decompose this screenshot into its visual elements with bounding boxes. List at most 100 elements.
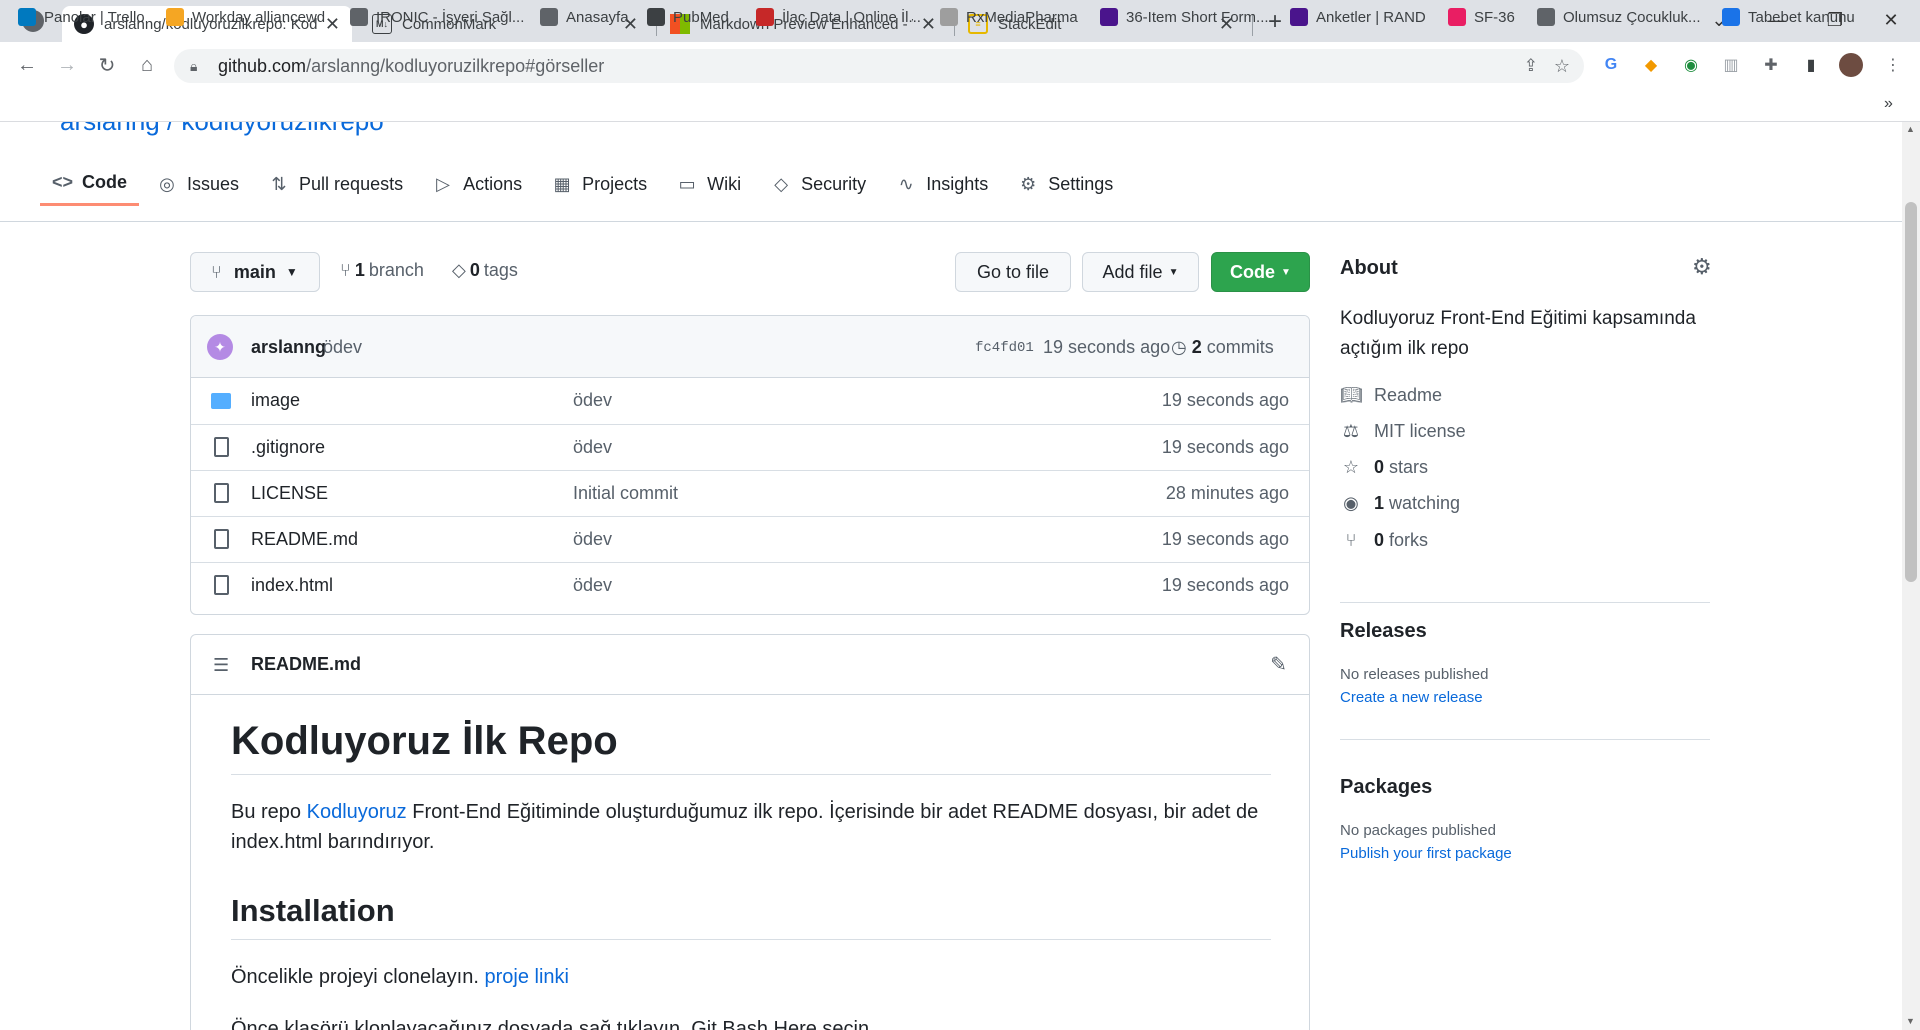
file-row[interactable]: image ödev 19 seconds ago	[191, 378, 1309, 424]
repo-title[interactable]: arslanng / kodluyoruzilkrepo	[60, 122, 384, 137]
go-to-file-button[interactable]: Go to file	[955, 252, 1071, 292]
forks-link[interactable]: ⑂ 0 forks	[1340, 530, 1428, 551]
branch-selector[interactable]: ⑂ main ▼	[190, 252, 320, 292]
close-tab-icon[interactable]: ✕	[325, 14, 340, 35]
list-icon[interactable]: ☰	[213, 655, 229, 676]
folder-icon	[211, 393, 231, 409]
file-name[interactable]: image	[251, 390, 300, 411]
project-link[interactable]: proje linki	[484, 966, 568, 988]
gear-icon[interactable]: ⚙	[1692, 254, 1712, 280]
packages-heading[interactable]: Packages	[1340, 776, 1432, 799]
tab-settings[interactable]: ⚙ Settings	[1006, 162, 1125, 206]
bookmark-item[interactable]: Tabebet kanunu	[1722, 8, 1855, 26]
more-bookmarks-icon[interactable]: »	[1884, 95, 1893, 113]
tab-issues[interactable]: ◎ Issues	[145, 162, 251, 206]
forward-icon[interactable]: →	[54, 52, 80, 78]
extension-icon[interactable]: ◉	[1678, 52, 1704, 78]
bookmark-item[interactable]: RxMediaPharma	[940, 8, 1078, 26]
bookmark-item[interactable]: SF-36	[1448, 8, 1515, 26]
installation-heading: Installation	[231, 893, 1271, 940]
readme-filename[interactable]: README.md	[251, 654, 361, 675]
kodluyoruz-link[interactable]: Kodluyoruz	[307, 801, 407, 823]
readme-paragraph: Öncelikle projeyi clonelayın. proje link…	[231, 966, 569, 988]
bookmark-item[interactable]: Anketler | RAND	[1290, 8, 1426, 26]
caret-down-icon: ▼	[1168, 266, 1179, 278]
actions-icon: ▷	[436, 173, 451, 194]
commits-link[interactable]: ◷ 2 commits	[1171, 337, 1274, 358]
scrollbar-thumb[interactable]	[1905, 202, 1917, 582]
file-row[interactable]: README.md ödev 19 seconds ago	[191, 516, 1309, 562]
stars-link[interactable]: ☆ 0 stars	[1340, 457, 1428, 478]
tags-link[interactable]: ◇ 0 tags	[452, 260, 518, 281]
file-row[interactable]: .gitignore ödev 19 seconds ago	[191, 424, 1309, 470]
file-name[interactable]: index.html	[251, 575, 333, 596]
lock-icon[interactable]: 🔒︎	[190, 58, 197, 75]
back-icon[interactable]: ←	[14, 52, 40, 78]
file-commit-time: 19 seconds ago	[1161, 575, 1289, 595]
close-window-icon[interactable]: ✕	[1862, 0, 1920, 40]
bookmark-item[interactable]: Olumsuz Çocukluk...	[1537, 8, 1701, 26]
extension-icon[interactable]: ▥	[1718, 52, 1744, 78]
bookmark-item[interactable]: PubMed	[647, 8, 729, 26]
bookmark-favicon-icon	[166, 8, 184, 26]
commit-message[interactable]: ödev	[323, 337, 362, 358]
bookmark-item[interactable]: Panolar | Trello	[18, 8, 145, 26]
branches-link[interactable]: ⑂ 1 branch	[340, 260, 424, 281]
file-row[interactable]: LICENSE Initial commit 28 minutes ago	[191, 470, 1309, 516]
releases-heading[interactable]: Releases	[1340, 620, 1427, 643]
readme-link[interactable]: 📖︎ Readme	[1340, 385, 1442, 406]
file-name[interactable]: .gitignore	[251, 437, 325, 458]
tab-insights[interactable]: ∿ Insights	[884, 162, 1000, 206]
file-commit-time: 19 seconds ago	[1161, 529, 1289, 549]
home-icon[interactable]: ⌂	[134, 52, 160, 78]
side-panel-icon[interactable]: ▮	[1798, 52, 1824, 78]
close-tab-icon[interactable]: ✕	[921, 14, 936, 35]
menu-icon[interactable]: ⋮	[1880, 52, 1906, 78]
bookmark-item[interactable]: Anasayfa	[540, 8, 629, 26]
bookmark-item[interactable]: IRONIC - İşyeri Sağl...	[350, 8, 524, 26]
bookmark-item[interactable]: 36-Item Short Form...	[1100, 8, 1269, 26]
file-commit-message[interactable]: ödev	[573, 390, 612, 411]
file-browser: ✦ arslanng ödev fc4fd01 19 seconds ago ◷…	[190, 315, 1310, 615]
tab-actions[interactable]: ▷ Actions	[421, 162, 534, 206]
publish-package-link[interactable]: Publish your first package	[1340, 845, 1512, 862]
bookmark-item[interactable]: Workday alliancewd	[166, 8, 325, 26]
tab-projects[interactable]: ▦ Projects	[540, 162, 659, 206]
settings-icon: ⚙	[1020, 173, 1037, 194]
extension-icon[interactable]: ◆	[1638, 52, 1664, 78]
tab-pull-requests[interactable]: ⇅ Pull requests	[257, 162, 415, 206]
scroll-up-icon[interactable]: ▲	[1906, 124, 1915, 134]
add-file-button[interactable]: Add file ▼	[1082, 252, 1199, 292]
tab-security[interactable]: ◇ Security	[759, 162, 878, 206]
translate-extension-icon[interactable]: G	[1598, 52, 1624, 78]
file-row[interactable]: index.html ödev 19 seconds ago	[191, 562, 1309, 608]
create-release-link[interactable]: Create a new release	[1340, 689, 1483, 706]
file-commit-message[interactable]: ödev	[573, 529, 612, 550]
bookmark-item[interactable]: İlaç Data | Online İl...	[756, 8, 921, 26]
puzzle-icon[interactable]: ✚	[1758, 52, 1784, 78]
address-bar[interactable]: 🔒︎ github.com/arslanng/kodluyoruzilkrepo…	[174, 49, 1584, 83]
file-commit-message[interactable]: ödev	[573, 575, 612, 596]
bookmark-favicon-icon	[350, 8, 368, 26]
bookmark-star-icon[interactable]: ☆	[1554, 56, 1570, 77]
watching-link[interactable]: ◉ 1 watching	[1340, 493, 1460, 514]
license-link[interactable]: ⚖ MIT license	[1340, 421, 1466, 442]
tab-code[interactable]: <> Code	[40, 162, 139, 206]
commit-sha[interactable]: fc4fd01	[975, 340, 1034, 356]
reload-icon[interactable]: ↻	[94, 52, 120, 78]
edit-pencil-icon[interactable]: ✎	[1270, 652, 1287, 677]
caret-down-icon: ▼	[1281, 266, 1291, 278]
scrollbar[interactable]: ▲ ▼	[1902, 122, 1920, 1030]
tab-wiki[interactable]: ▭ Wiki	[665, 162, 753, 206]
file-commit-message[interactable]: Initial commit	[573, 483, 678, 504]
file-name[interactable]: LICENSE	[251, 483, 328, 504]
scroll-down-icon[interactable]: ▼	[1906, 1016, 1915, 1026]
avatar[interactable]: ✦	[207, 334, 233, 360]
file-commit-message[interactable]: ödev	[573, 437, 612, 458]
commit-author[interactable]: arslanng	[251, 337, 326, 358]
new-tab-icon[interactable]: +	[1268, 8, 1282, 36]
file-name[interactable]: README.md	[251, 529, 358, 550]
code-button[interactable]: Code ▼	[1211, 252, 1310, 292]
avatar[interactable]	[1838, 52, 1864, 78]
share-icon[interactable]: ⇪	[1524, 56, 1538, 76]
